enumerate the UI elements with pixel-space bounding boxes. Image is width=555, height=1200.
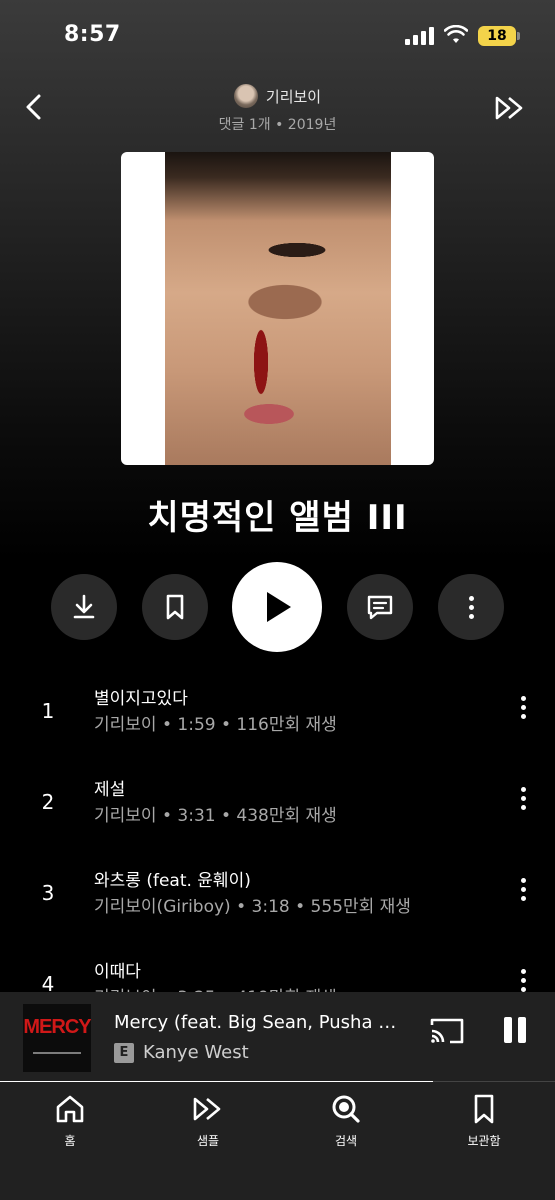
track-more-icon[interactable] [512, 787, 534, 815]
track-subtitle: 기리보이(Giriboy) • 3:18 • 555만회 재생 [94, 897, 411, 917]
track-more-icon[interactable] [512, 969, 534, 992]
artwork-logo-text: MERCY [23, 1016, 91, 1038]
artist-name[interactable]: 기리보이 [266, 86, 321, 107]
pause-icon-bar [504, 1017, 512, 1043]
radio-fast-forward-icon[interactable] [494, 94, 528, 122]
artist-avatar[interactable] [233, 84, 258, 108]
cellular-signal-icon [405, 27, 435, 45]
nav-samples-label: 샘플 [196, 1134, 220, 1148]
now-playing-artwork: MERCY [23, 1004, 91, 1072]
track-subtitle: 기리보이 • 1:59 • 116만회 재생 [94, 715, 337, 735]
track-number: 3 [41, 881, 55, 905]
search-icon [332, 1095, 360, 1123]
track-subtitle: 기리보이 • 3:25 • 419만회 재생 [94, 983, 337, 992]
wifi-icon [444, 25, 468, 43]
album-cover [121, 152, 434, 465]
track-subtitle: 기리보이 • 3:31 • 438만회 재생 [94, 806, 337, 826]
track-more-icon[interactable] [512, 878, 534, 906]
track-row[interactable]: 1 별이지고있다 기리보이 • 1:59 • 116만회 재생 [0, 672, 555, 762]
track-row[interactable]: 4 이때다 기리보이 • 3:25 • 419만회 재생 [0, 945, 555, 992]
battery-cap [517, 32, 520, 40]
now-playing-artist: Kanye West [143, 1042, 249, 1063]
save-to-library-button[interactable] [142, 574, 208, 640]
now-playing-title: Mercy (feat. Big Sean, Pusha T & 2 Chain… [114, 1012, 404, 1033]
album-title: 치명적인 앨범 III [147, 498, 408, 538]
bottom-navigation: 홈 샘플 검색 보관함 [0, 1082, 555, 1200]
bookmark-icon [166, 594, 184, 620]
track-title: 제설 [94, 780, 126, 800]
pause-icon-bar [518, 1017, 526, 1043]
explicit-badge: E [114, 1043, 134, 1063]
artwork-divider [33, 1052, 81, 1054]
comment-icon [367, 595, 393, 620]
more-options-button[interactable] [438, 574, 504, 640]
samples-icon [193, 1097, 221, 1121]
battery-indicator: 18 [478, 26, 516, 46]
download-button[interactable] [51, 574, 117, 640]
nav-home[interactable]: 홈 [30, 1092, 110, 1149]
track-title: 이때다 [94, 962, 141, 982]
nav-search[interactable]: 검색 [306, 1092, 386, 1149]
comments-button[interactable] [347, 574, 413, 640]
track-title: 와츠롱 (feat. 윤훼이) [94, 871, 251, 891]
mini-player[interactable]: MERCY Mercy (feat. Big Sean, Pusha T & 2… [0, 992, 555, 1083]
cast-icon[interactable] [428, 1015, 466, 1047]
download-icon [73, 594, 95, 619]
track-more-icon[interactable] [512, 696, 534, 724]
track-row[interactable]: 2 제설 기리보이 • 3:31 • 438만회 재생 [0, 763, 555, 853]
status-bar: 8:57 18 [0, 0, 555, 72]
nav-library[interactable]: 보관함 [444, 1092, 524, 1149]
artist-header[interactable]: 기리보이 댓글 1개 • 2019년 [0, 84, 555, 134]
nav-library-label: 보관함 [467, 1134, 501, 1148]
nav-search-label: 검색 [334, 1134, 358, 1148]
status-time: 8:57 [64, 22, 121, 47]
track-number: 1 [41, 699, 55, 723]
track-number: 2 [41, 790, 55, 814]
more-icon [468, 595, 474, 619]
nav-samples[interactable]: 샘플 [168, 1092, 248, 1149]
track-list: 1 별이지고있다 기리보이 • 1:59 • 116만회 재생 2 제설 기리보… [0, 672, 555, 992]
track-title: 별이지고있다 [94, 689, 188, 709]
pause-button[interactable] [500, 1014, 530, 1048]
library-icon [474, 1094, 494, 1124]
play-button[interactable] [232, 562, 322, 652]
album-cover-photo [165, 152, 391, 465]
track-row[interactable]: 3 와츠롱 (feat. 윤훼이) 기리보이(Giriboy) • 3:18 •… [0, 854, 555, 944]
home-icon [56, 1095, 84, 1123]
play-icon [267, 592, 291, 622]
track-number: 4 [41, 972, 55, 992]
nav-home-label: 홈 [64, 1134, 76, 1148]
album-meta: 댓글 1개 • 2019년 [218, 117, 337, 133]
